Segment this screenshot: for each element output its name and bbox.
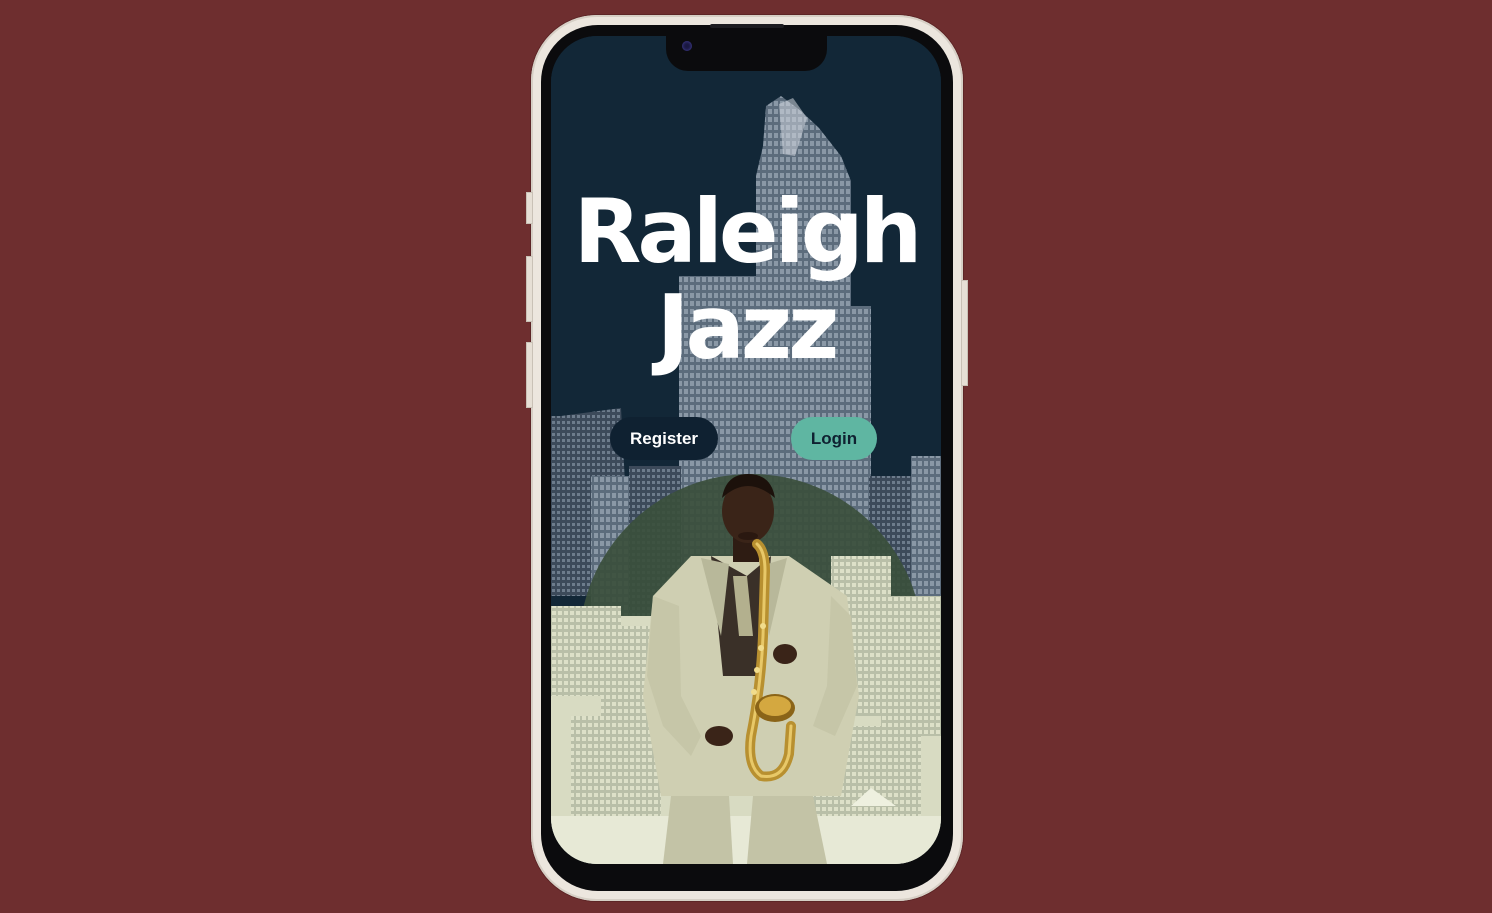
power-button — [961, 280, 968, 386]
device-mockup-stage: Raleigh Jazz Register Login — [0, 0, 1492, 913]
earpiece-speaker — [710, 24, 784, 28]
volume-up-button — [526, 256, 533, 322]
app-title-line-2: Jazz — [656, 276, 840, 379]
mute-switch — [526, 192, 533, 224]
hero-image — [551, 36, 941, 864]
register-button[interactable]: Register — [610, 417, 718, 460]
app-screen: Raleigh Jazz Register Login — [551, 36, 941, 864]
volume-down-button — [526, 342, 533, 408]
phone-notch — [666, 34, 827, 71]
app-title-line-1: Raleigh — [573, 180, 923, 283]
app-title: Raleigh Jazz — [551, 184, 941, 376]
front-camera-icon — [682, 41, 692, 51]
login-button[interactable]: Login — [791, 417, 877, 460]
